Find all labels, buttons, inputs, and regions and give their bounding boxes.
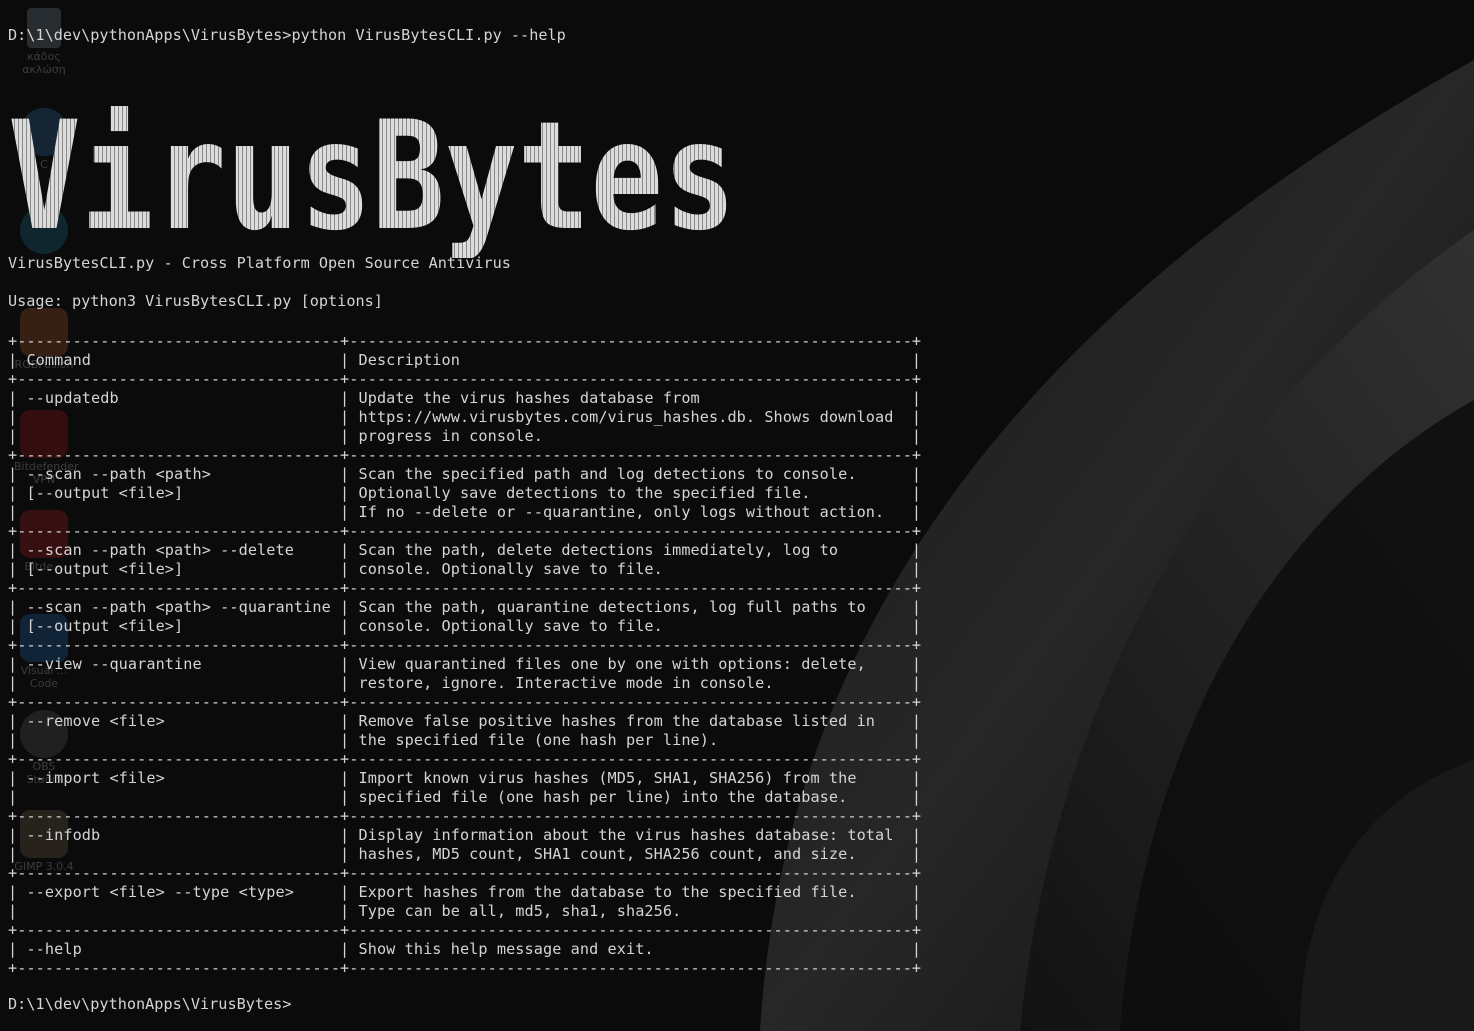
table-row: | | the specified file (one hash per lin… bbox=[8, 731, 922, 749]
ascii-banner: VirusBytes bbox=[6, 60, 746, 258]
table-border: +-----------------------------------+---… bbox=[8, 807, 922, 825]
table-border: +-----------------------------------+---… bbox=[8, 864, 922, 882]
table-border: +-----------------------------------+---… bbox=[8, 959, 922, 977]
table-row: | --infodb | Display information about t… bbox=[8, 826, 922, 844]
table-header-row: | Command | Description | bbox=[8, 351, 922, 369]
table-row: | --import <file> | Import known virus h… bbox=[8, 769, 922, 787]
table-row: | --updatedb | Update the virus hashes d… bbox=[8, 389, 922, 407]
table-row: | --remove <file> | Remove false positiv… bbox=[8, 712, 922, 730]
command-prompt-line: D:\1\dev\pythonApps\VirusBytes>python Vi… bbox=[8, 26, 566, 44]
table-border: +-----------------------------------+---… bbox=[8, 370, 922, 388]
table-row: | | specified file (one hash per line) i… bbox=[8, 788, 922, 806]
table-row: | | If no --delete or --quarantine, only… bbox=[8, 503, 922, 521]
table-row: | | restore, ignore. Interactive mode in… bbox=[8, 674, 922, 692]
table-border: +-----------------------------------+---… bbox=[8, 750, 922, 768]
table-row: | --export <file> --type <type> | Export… bbox=[8, 883, 922, 901]
table-border: +-----------------------------------+---… bbox=[8, 579, 922, 597]
table-border: +-----------------------------------+---… bbox=[8, 921, 922, 939]
table-border: +-----------------------------------+---… bbox=[8, 522, 922, 540]
table-row: | --view --quarantine | View quarantined… bbox=[8, 655, 922, 673]
table-border: +-----------------------------------+---… bbox=[8, 332, 922, 350]
table-border: +-----------------------------------+---… bbox=[8, 693, 922, 711]
table-row: | --scan --path <path> | Scan the specif… bbox=[8, 465, 922, 483]
final-prompt[interactable]: D:\1\dev\pythonApps\VirusBytes> bbox=[8, 995, 291, 1014]
usage-line: Usage: python3 VirusBytesCLI.py [options… bbox=[8, 292, 383, 310]
table-row: | --scan --path <path> --delete | Scan t… bbox=[8, 541, 922, 559]
table-row: | | Type can be all, md5, sha1, sha256. … bbox=[8, 902, 922, 920]
table-row: | --help | Show this help message and ex… bbox=[8, 940, 922, 958]
program-subtitle: VirusBytesCLI.py - Cross Platform Open S… bbox=[8, 254, 511, 272]
table-row: | [--output <file>] | console. Optionall… bbox=[8, 617, 922, 635]
table-row: | | progress in console. | bbox=[8, 427, 922, 445]
table-row: | [--output <file>] | console. Optionall… bbox=[8, 560, 922, 578]
table-border: +-----------------------------------+---… bbox=[8, 636, 922, 654]
table-border: +-----------------------------------+---… bbox=[8, 446, 922, 464]
banner-text: VirusBytes bbox=[8, 98, 736, 258]
table-row: | [--output <file>] | Optionally save de… bbox=[8, 484, 922, 502]
table-row: | | hashes, MD5 count, SHA1 count, SHA25… bbox=[8, 845, 922, 863]
help-table: +-----------------------------------+---… bbox=[8, 332, 921, 978]
terminal-window[interactable]: D:\1\dev\pythonApps\VirusBytes>python Vi… bbox=[0, 0, 1474, 1031]
table-row: | --scan --path <path> --quarantine | Sc… bbox=[8, 598, 922, 616]
table-row: | | https://www.virusbytes.com/virus_has… bbox=[8, 408, 922, 426]
